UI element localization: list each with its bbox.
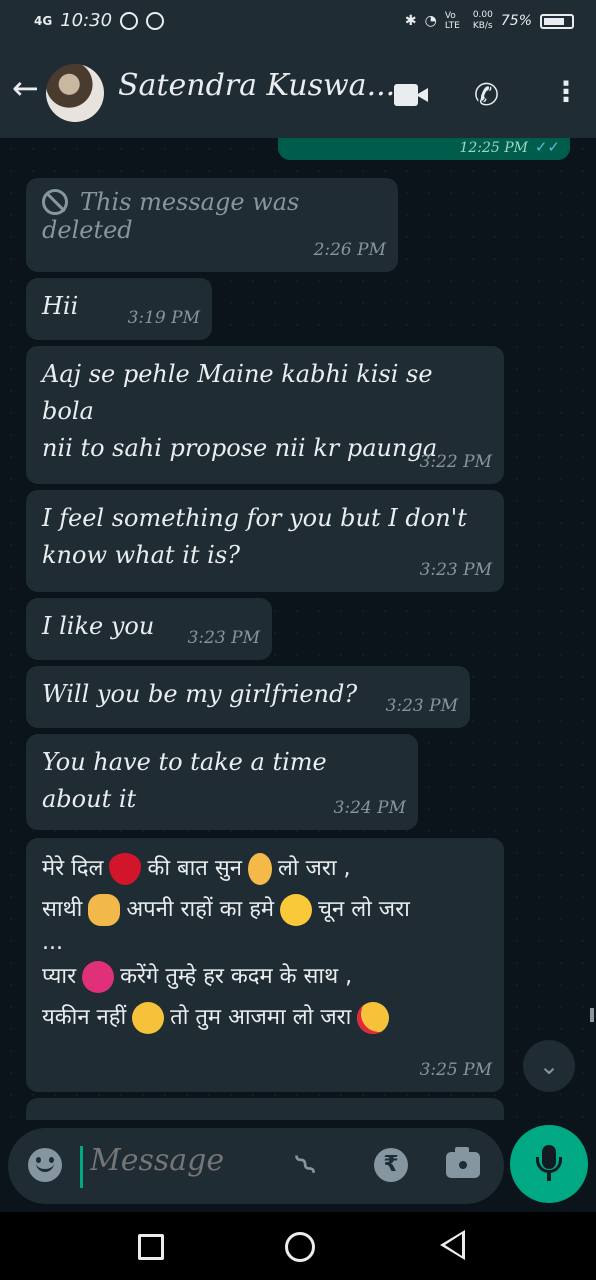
scrollbar-thumb[interactable] bbox=[590, 1008, 594, 1022]
attachment-icon[interactable]: ⌇ bbox=[287, 1146, 325, 1184]
message-line: ... bbox=[42, 930, 63, 955]
bluetooth-icon: ✱ bbox=[404, 13, 417, 29]
message-time: 3:23 PM bbox=[419, 560, 492, 580]
deleted-message-text: This message was deleted bbox=[42, 188, 300, 244]
message-list[interactable]: 12:25 PM ✓✓ This message was deleted 2:2… bbox=[0, 138, 596, 1120]
message-line: यकीन नहीं bbox=[42, 1005, 127, 1030]
message-text: I like you bbox=[42, 612, 155, 640]
scroll-to-bottom-button[interactable]: ⌄ bbox=[523, 1040, 575, 1092]
message-time: 3:25 PM bbox=[419, 1060, 492, 1080]
message-time: 3:24 PM bbox=[333, 798, 406, 818]
whatsapp-notification-icon bbox=[120, 11, 139, 30]
chevron-down-icon: ⌄ bbox=[538, 1052, 560, 1080]
clock: 10:30 bbox=[60, 10, 113, 31]
message-line: तो तुम आजमा लो जरा bbox=[170, 1005, 352, 1030]
chat-header: ← Satendra Kuswa... ✆ ⋮ bbox=[0, 42, 596, 138]
video-call-icon[interactable] bbox=[394, 84, 428, 106]
message-text: मेरे दिल की बात सुन लो जरा , साथी अपनी राहो… bbox=[42, 848, 488, 1038]
payment-icon[interactable]: ₹ bbox=[374, 1148, 408, 1182]
avatar[interactable] bbox=[46, 64, 104, 122]
message-line: अपनी राहों का हमे bbox=[126, 897, 275, 922]
ear-icon bbox=[247, 853, 272, 885]
network-speed: 0.00 KB/s bbox=[473, 10, 493, 32]
read-receipt-icon: ✓✓ bbox=[534, 138, 560, 156]
message-time: 3:19 PM bbox=[127, 308, 200, 328]
message-bubble[interactable]: You have to take a time about it 3:24 PM bbox=[26, 734, 418, 830]
message-time: 3:23 PM bbox=[187, 628, 260, 648]
message-text: Will you be my girlfriend? bbox=[42, 680, 358, 708]
contact-name[interactable]: Satendra Kuswa... bbox=[118, 68, 395, 103]
message-line: की बात सुन bbox=[147, 856, 242, 881]
status-bar: 4G 10:30 ✱ ◔ Vo LTE 0.00 KB/s 75% bbox=[0, 0, 596, 42]
message-line: लो जरा , bbox=[277, 856, 351, 881]
smiling-face-icon bbox=[280, 894, 313, 926]
message-bubble[interactable]: I feel something for you but I don't kno… bbox=[26, 490, 504, 592]
volte-indicator: Vo LTE bbox=[444, 11, 460, 31]
message-bubble[interactable]: मेरे दिल की बात सुन लो जरा , साथी अपनी राहो… bbox=[26, 838, 504, 1092]
heart-eyes-face-icon bbox=[357, 1002, 390, 1034]
battery-percent: 75% bbox=[500, 13, 532, 29]
emoji-icon[interactable] bbox=[28, 1148, 62, 1182]
raised-eyebrow-face-icon bbox=[132, 1002, 165, 1034]
message-bubble-partial[interactable] bbox=[26, 1098, 504, 1120]
red-heart-icon bbox=[109, 853, 142, 885]
heart-with-arrow-icon bbox=[82, 961, 115, 993]
sent-message-partial[interactable]: 12:25 PM ✓✓ bbox=[278, 138, 570, 160]
recent-apps-icon[interactable] bbox=[138, 1234, 164, 1260]
message-line: चून लो जरा bbox=[318, 897, 410, 922]
deleted-icon bbox=[42, 189, 68, 215]
battery-icon bbox=[540, 13, 574, 29]
message-bubble[interactable]: Will you be my girlfriend? 3:23 PM bbox=[26, 666, 470, 728]
message-text: Aaj se pehle Maine kabhi kisi se bola ni… bbox=[42, 360, 438, 462]
message-input[interactable] bbox=[88, 1142, 292, 1179]
message-input-container[interactable]: ⌇ ₹ bbox=[8, 1128, 504, 1204]
message-text: Hii bbox=[42, 292, 79, 320]
message-time: 12:25 PM bbox=[459, 140, 528, 156]
text-cursor bbox=[80, 1146, 83, 1188]
message-bubble[interactable]: Hii 3:19 PM bbox=[26, 278, 212, 340]
message-line: मेरे दिल bbox=[42, 856, 104, 881]
network-speed-value: 0.00 bbox=[472, 10, 493, 20]
message-bubble-deleted[interactable]: This message was deleted 2:26 PM bbox=[26, 178, 398, 272]
message-line: प्यार bbox=[42, 964, 77, 989]
camera-icon[interactable] bbox=[446, 1147, 480, 1178]
back-arrow-icon[interactable]: ← bbox=[12, 72, 39, 104]
message-bubble[interactable]: I like you 3:23 PM bbox=[26, 598, 272, 660]
app-notification-icon bbox=[146, 11, 165, 30]
alarm-icon: ◔ bbox=[424, 13, 437, 29]
message-line: करेंगे तुम्हे हर कदम के साथ , bbox=[120, 964, 353, 989]
message-time: 3:23 PM bbox=[385, 696, 458, 716]
home-icon[interactable] bbox=[285, 1232, 315, 1262]
voice-call-icon[interactable]: ✆ bbox=[474, 78, 499, 113]
network-speed-unit: KB/s bbox=[472, 21, 493, 31]
network-indicator: 4G bbox=[34, 13, 53, 28]
system-navigation-bar bbox=[0, 1212, 596, 1280]
system-back-icon[interactable] bbox=[440, 1230, 465, 1260]
message-line: साथी bbox=[42, 897, 83, 922]
composer-bar: ⌇ ₹ bbox=[0, 1120, 596, 1212]
overflow-menu-icon[interactable]: ⋮ bbox=[552, 78, 580, 106]
message-bubble[interactable]: Aaj se pehle Maine kabhi kisi se bola ni… bbox=[26, 346, 504, 484]
message-time: 3:22 PM bbox=[419, 452, 492, 472]
handshake-icon bbox=[88, 894, 121, 926]
microphone-button[interactable] bbox=[510, 1125, 588, 1203]
message-time: 2:26 PM bbox=[313, 240, 386, 260]
